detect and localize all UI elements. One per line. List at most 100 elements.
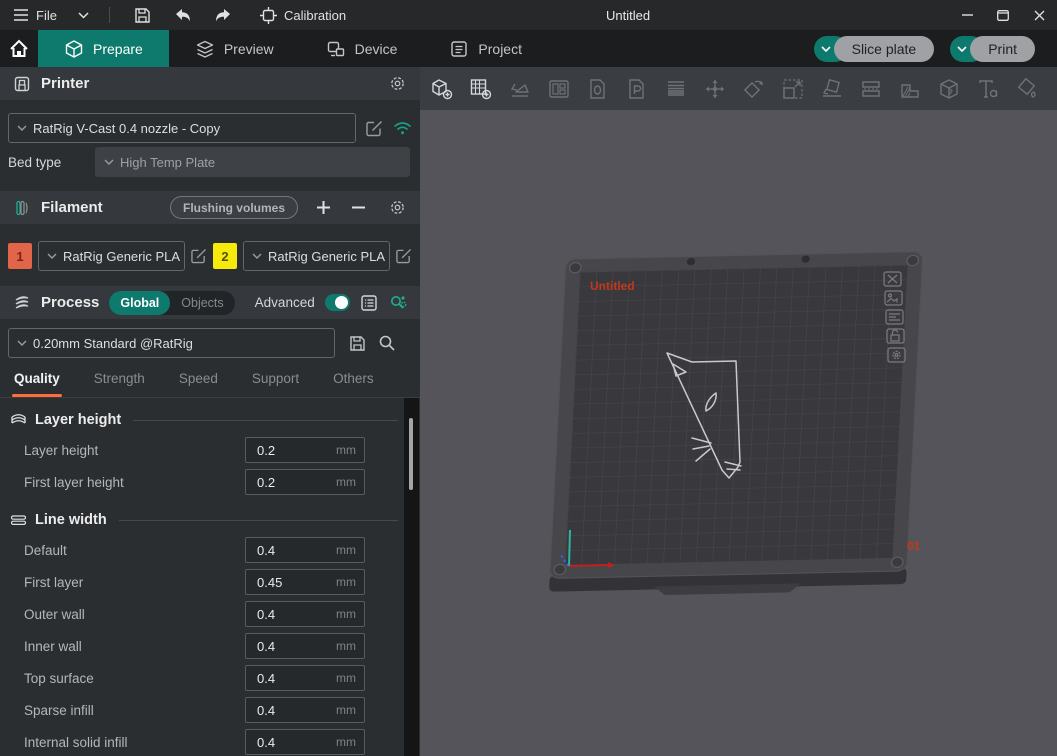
- split-icon[interactable]: [859, 77, 883, 101]
- preset-list-icon[interactable]: [360, 294, 378, 312]
- variable-layer-height-icon[interactable]: [664, 77, 688, 101]
- tab-project[interactable]: Project: [423, 30, 548, 67]
- scope-toggle: GlobalObjects: [109, 291, 234, 315]
- prepare-cube-icon: [64, 39, 84, 59]
- add-object-icon[interactable]: [430, 77, 454, 101]
- setting-row: Sparse infill mm: [0, 694, 420, 726]
- filament-number-badge[interactable]: 2: [213, 243, 237, 269]
- arrange-icon[interactable]: [547, 77, 571, 101]
- advanced-toggle[interactable]: [325, 294, 350, 311]
- support-paint-icon[interactable]: [898, 77, 922, 101]
- home-button[interactable]: [0, 30, 38, 67]
- tab-preview-label: Preview: [224, 41, 274, 57]
- plate-name-label: Untitled: [590, 279, 635, 293]
- lay-on-face-icon[interactable]: [820, 77, 844, 101]
- scrollbar-thumb[interactable]: [409, 418, 413, 490]
- remove-filament-icon[interactable]: [351, 200, 366, 215]
- printer-wifi-icon[interactable]: [393, 121, 412, 135]
- setting-unit: mm: [336, 735, 356, 749]
- minimize-button[interactable]: [949, 0, 985, 30]
- scope-option-global[interactable]: Global: [109, 291, 170, 315]
- setting-label: Inner wall: [24, 639, 82, 654]
- printer-settings-gear-icon[interactable]: [388, 74, 407, 93]
- device-icon: [326, 39, 346, 59]
- process-tab-strength[interactable]: Strength: [94, 371, 145, 397]
- auto-orient-icon[interactable]: [508, 77, 532, 101]
- print-group: Print: [950, 36, 1035, 62]
- sidebar: Printer RatRig V-Cast 0.4 nozzle - Copy …: [0, 67, 420, 756]
- layer-height-icon: [10, 412, 27, 428]
- search-icon[interactable]: [378, 334, 396, 352]
- process-icon: [13, 294, 31, 312]
- plate-settings-icon[interactable]: [888, 348, 905, 362]
- bed-type-select[interactable]: High Temp Plate: [95, 147, 410, 177]
- add-plate-icon[interactable]: [469, 77, 493, 101]
- filament-section-header: Filament Flushing volumes: [0, 191, 420, 224]
- setting-unit: mm: [336, 671, 356, 685]
- section-divider: [119, 520, 398, 521]
- search-settings-icon[interactable]: [388, 293, 407, 312]
- process-preset-value: 0.20mm Standard @RatRig: [33, 336, 193, 351]
- setting-label: Sparse infill: [24, 703, 94, 718]
- scrollbar[interactable]: [404, 398, 419, 756]
- printer-preset-value: RatRig V-Cast 0.4 nozzle - Copy: [33, 121, 220, 136]
- chevron-down-icon[interactable]: [75, 6, 93, 24]
- calibration-button[interactable]: Calibration: [260, 6, 346, 24]
- rotate-icon[interactable]: [742, 77, 766, 101]
- edit-filament-icon[interactable]: [396, 248, 412, 264]
- text-tool-icon[interactable]: [976, 77, 1000, 101]
- save-preset-icon[interactable]: [349, 335, 366, 352]
- plate-image-icon[interactable]: [885, 291, 902, 305]
- printer-section-title: Printer: [41, 75, 89, 92]
- setting-unit: mm: [336, 443, 356, 457]
- color-paint-icon[interactable]: [1015, 77, 1039, 101]
- setting-label: Outer wall: [24, 607, 85, 622]
- edit-printer-icon[interactable]: [366, 120, 383, 137]
- slice-plate-button[interactable]: Slice plate: [834, 36, 935, 62]
- filament-preset-select[interactable]: RatRig Generic PLA: [243, 241, 390, 271]
- maximize-button[interactable]: [985, 0, 1021, 30]
- printer-preset-select[interactable]: RatRig V-Cast 0.4 nozzle - Copy: [8, 113, 356, 143]
- scope-option-objects[interactable]: Objects: [170, 291, 234, 315]
- tab-preview[interactable]: Preview: [169, 30, 300, 67]
- scale-icon[interactable]: [781, 77, 805, 101]
- process-tab-quality[interactable]: Quality: [14, 371, 60, 397]
- setting-label: Internal solid infill: [24, 735, 128, 750]
- filament-preset-value: RatRig Generic PLA: [268, 249, 385, 264]
- plate-number-label: 01: [907, 539, 921, 553]
- setting-row: Layer height mm: [0, 434, 420, 466]
- print-button[interactable]: Print: [970, 36, 1035, 62]
- move-icon[interactable]: [703, 77, 727, 101]
- tab-device[interactable]: Device: [300, 30, 424, 67]
- mesh-boolean-icon[interactable]: [937, 77, 961, 101]
- close-button[interactable]: [1021, 0, 1057, 30]
- tab-prepare[interactable]: Prepare: [38, 30, 169, 67]
- process-tab-support[interactable]: Support: [252, 371, 299, 397]
- filament-preset-select[interactable]: RatRig Generic PLA: [38, 241, 185, 271]
- filament-number-badge[interactable]: 1: [8, 243, 32, 269]
- process-preset-select[interactable]: 0.20mm Standard @RatRig: [8, 328, 335, 358]
- build-plate[interactable]: [549, 252, 923, 598]
- filament-settings-gear-icon[interactable]: [388, 198, 407, 217]
- chevron-down-icon: [104, 159, 114, 165]
- setting-row: Top surface mm: [0, 662, 420, 694]
- viewport-3d[interactable]: Untitled 01: [420, 110, 1057, 756]
- file-menu-button[interactable]: File: [12, 6, 57, 24]
- document-o-icon[interactable]: [586, 77, 610, 101]
- line-width-icon: [10, 513, 27, 527]
- bed-type-value: High Temp Plate: [120, 155, 215, 170]
- redo-icon[interactable]: [214, 6, 232, 24]
- add-filament-icon[interactable]: [316, 200, 331, 215]
- edit-filament-icon[interactable]: [191, 248, 207, 264]
- setting-row: First layer mm: [0, 566, 420, 598]
- document-p-icon[interactable]: [625, 77, 649, 101]
- save-icon[interactable]: [134, 6, 152, 24]
- process-section-header: Process GlobalObjects Advanced: [0, 286, 420, 319]
- project-icon: [449, 39, 469, 59]
- viewport-toolbar: [420, 67, 1057, 110]
- undo-icon[interactable]: [174, 6, 192, 24]
- process-tab-others[interactable]: Others: [333, 371, 374, 397]
- setting-unit: mm: [336, 575, 356, 589]
- flushing-volumes-button[interactable]: Flushing volumes: [170, 196, 298, 219]
- process-tab-speed[interactable]: Speed: [179, 371, 218, 397]
